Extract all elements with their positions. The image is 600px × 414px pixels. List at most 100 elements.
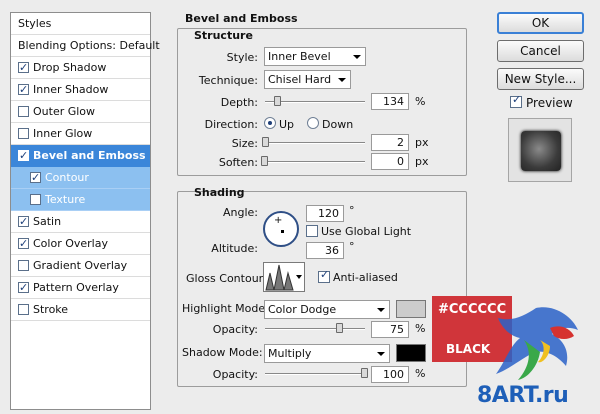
style-item-label: Stroke [33,303,69,316]
style-item-checkbox[interactable] [18,106,29,117]
depth-label: Depth: [220,96,258,109]
highlight-mode-label: Highlight Mode: [182,302,269,315]
altitude-unit: ° [349,240,355,253]
preview-square [521,131,561,171]
shadow-opacity-label: Opacity: [212,368,258,381]
gloss-contour-label: Gloss Contour: [186,272,267,285]
direction-down-radio[interactable] [307,117,319,129]
style-item-checkbox[interactable] [18,233,29,255]
angle-dot [281,230,284,233]
shadow-opacity-track[interactable] [265,373,365,375]
style-item-checkbox[interactable] [18,260,29,271]
gloss-contour-picker[interactable] [263,262,305,292]
direction-up-radio[interactable] [264,117,276,129]
style-item-label: Contour [45,171,89,184]
technique-select[interactable]: Chisel Hard [264,70,351,89]
style-item-checkbox[interactable] [18,79,29,101]
style-item-bevel-and-emboss[interactable]: Bevel and Emboss [11,145,150,167]
size-input[interactable]: 2 [371,134,409,151]
style-item-contour[interactable]: Contour [11,167,150,189]
shadow-color-swatch[interactable] [396,344,426,362]
angle-unit: ° [349,204,355,217]
shading-title: Shading [194,186,245,199]
style-item-texture[interactable]: Texture [11,189,150,211]
blending-options-item[interactable]: Blending Options: Default [11,35,160,57]
highlight-opacity-unit: % [415,322,426,335]
shadow-opacity-thumb[interactable] [361,368,368,378]
style-item-checkbox[interactable] [30,194,41,205]
altitude-input[interactable]: 36 [306,242,344,259]
new-style-button[interactable]: New Style... [497,68,584,90]
highlight-mode-value: Color Dodge [268,303,337,316]
style-item-checkbox[interactable] [18,145,29,167]
preview-checkbox[interactable] [510,93,522,108]
panel-title: Bevel and Emboss [185,12,298,25]
depth-input[interactable]: 134 [371,93,409,110]
chevron-down-icon [296,275,302,279]
parrot-logo-icon [496,307,578,380]
anti-aliased-label: Anti-aliased [333,271,398,284]
style-item-checkbox[interactable] [18,57,29,79]
size-label: Size: [231,137,258,150]
shadow-opacity-unit: % [415,367,426,380]
style-item-outer-glow[interactable]: Outer Glow [11,101,150,123]
style-item-label: Pattern Overlay [33,281,119,294]
direction-up-label: Up [279,118,295,131]
highlight-opacity-input[interactable]: 75 [371,321,409,338]
shadow-opacity-input[interactable]: 100 [371,366,409,383]
size-slider-thumb[interactable] [262,137,269,147]
styles-header[interactable]: Styles [11,13,150,35]
style-item-checkbox[interactable] [18,211,29,233]
angle-dial[interactable]: + [263,211,299,247]
style-item-drop-shadow[interactable]: Drop Shadow [11,57,150,79]
style-item-satin[interactable]: Satin [11,211,150,233]
style-item-label: Texture [45,193,86,206]
style-item-label: Inner Glow [33,127,93,140]
style-item-inner-shadow[interactable]: Inner Shadow [11,79,150,101]
depth-unit: % [415,95,426,108]
highlight-opacity-thumb[interactable] [336,323,343,333]
technique-select-value: Chisel Hard [268,73,332,86]
structure-title: Structure [194,29,253,42]
angle-input[interactable]: 120 [306,205,344,222]
highlight-opacity-label: Opacity: [212,323,258,336]
style-item-checkbox[interactable] [18,304,29,315]
style-item-checkbox[interactable] [30,167,41,189]
style-item-pattern-overlay[interactable]: Pattern Overlay [11,277,150,299]
crosshair-icon: + [274,215,283,226]
global-light-checkbox[interactable] [306,225,318,237]
soften-label: Soften: [218,156,258,169]
soften-slider-thumb[interactable] [261,156,268,166]
soften-slider-track[interactable] [265,161,365,163]
styles-list: Styles Blending Options: Default Drop Sh… [10,12,160,410]
style-select[interactable]: Inner Bevel [264,47,366,66]
size-slider-track[interactable] [265,142,365,144]
shadow-mode-label: Shadow Mode: [182,346,263,359]
style-item-checkbox[interactable] [18,277,29,299]
highlight-opacity-track[interactable] [265,328,365,330]
style-item-gradient-overlay[interactable]: Gradient Overlay [11,255,150,277]
cancel-button[interactable]: Cancel [497,40,584,62]
style-item-color-overlay[interactable]: Color Overlay [11,233,150,255]
style-select-value: Inner Bevel [268,50,331,63]
style-item-stroke[interactable]: Stroke [11,299,150,321]
technique-label: Technique: [198,74,258,87]
shadow-mode-value: Multiply [268,347,312,360]
highlight-color-swatch[interactable] [396,300,426,318]
anti-aliased-checkbox[interactable] [318,268,330,283]
style-item-inner-glow[interactable]: Inner Glow [11,123,150,145]
ok-button[interactable]: OK [497,12,584,34]
contour-curve-icon [265,264,294,291]
shadow-mode-select[interactable]: Multiply [264,344,390,363]
style-item-label: Outer Glow [33,105,96,118]
highlight-mode-select[interactable]: Color Dodge [264,300,390,319]
soften-unit: px [415,155,429,168]
altitude-label: Altitude: [211,242,258,255]
preview-thumbnail [508,118,572,182]
soften-input[interactable]: 0 [371,153,409,170]
direction-label: Direction: [204,118,258,131]
preview-label: Preview [526,96,573,110]
style-item-checkbox[interactable] [18,128,29,139]
depth-slider-thumb[interactable] [274,96,281,106]
style-item-label: Satin [33,215,62,228]
